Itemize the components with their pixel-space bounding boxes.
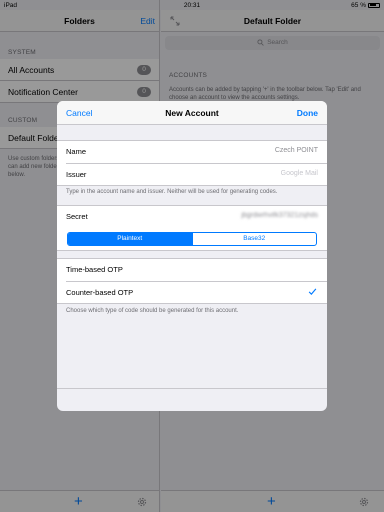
secret-group: Secret jbgrdwrhvifk37321zsjhds Plaintext…: [57, 205, 327, 251]
secret-label: Secret: [66, 212, 88, 221]
segment-plaintext[interactable]: Plaintext: [68, 233, 192, 245]
battery-icon: [368, 2, 380, 8]
clock: 20:31: [183, 1, 201, 9]
issuer-row[interactable]: Issuer Google Mail: [66, 163, 327, 185]
new-account-sheet: Cancel New Account Done Name Czech POINT…: [57, 101, 327, 411]
battery-percent: 65 %: [351, 1, 366, 9]
otp-option-counter-based[interactable]: Counter-based OTP: [66, 281, 327, 303]
sheet-title: New Account: [165, 108, 219, 118]
name-label: Name: [66, 147, 87, 156]
name-issuer-group: Name Czech POINT Issuer Google Mail: [57, 140, 327, 186]
issuer-field[interactable]: Google Mail: [281, 170, 318, 177]
battery-indicator: 65 %: [351, 2, 380, 9]
otp-option-time-based[interactable]: Time-based OTP: [57, 259, 327, 281]
status-bar: iPad 20:31 65 %: [0, 0, 384, 10]
issuer-label: Issuer: [66, 170, 87, 179]
checkmark-icon: [308, 288, 317, 295]
secret-row[interactable]: Secret jbgrdwrhvifk37321zsjhds: [57, 206, 327, 228]
done-button[interactable]: Done: [297, 108, 318, 118]
otp-option-label: Counter-based OTP: [66, 288, 134, 297]
encoding-segmented-control[interactable]: Plaintext Base32: [67, 232, 317, 246]
otp-type-note: Choose which type of code should be gene…: [66, 308, 239, 314]
name-issuer-note: Type in the account name and issuer. Nei…: [66, 189, 278, 195]
secret-field[interactable]: jbgrdwrhvifk37321zsjhds: [241, 212, 318, 219]
name-field[interactable]: Czech POINT: [275, 147, 318, 154]
otp-type-group: Time-based OTP Counter-based OTP: [57, 258, 327, 304]
sheet-navbar: Cancel New Account Done: [57, 101, 327, 125]
sheet-bottom-divider: [57, 388, 327, 389]
otp-option-label: Time-based OTP: [66, 265, 123, 274]
name-row[interactable]: Name Czech POINT: [57, 141, 327, 163]
segment-base32[interactable]: Base32: [191, 233, 317, 245]
